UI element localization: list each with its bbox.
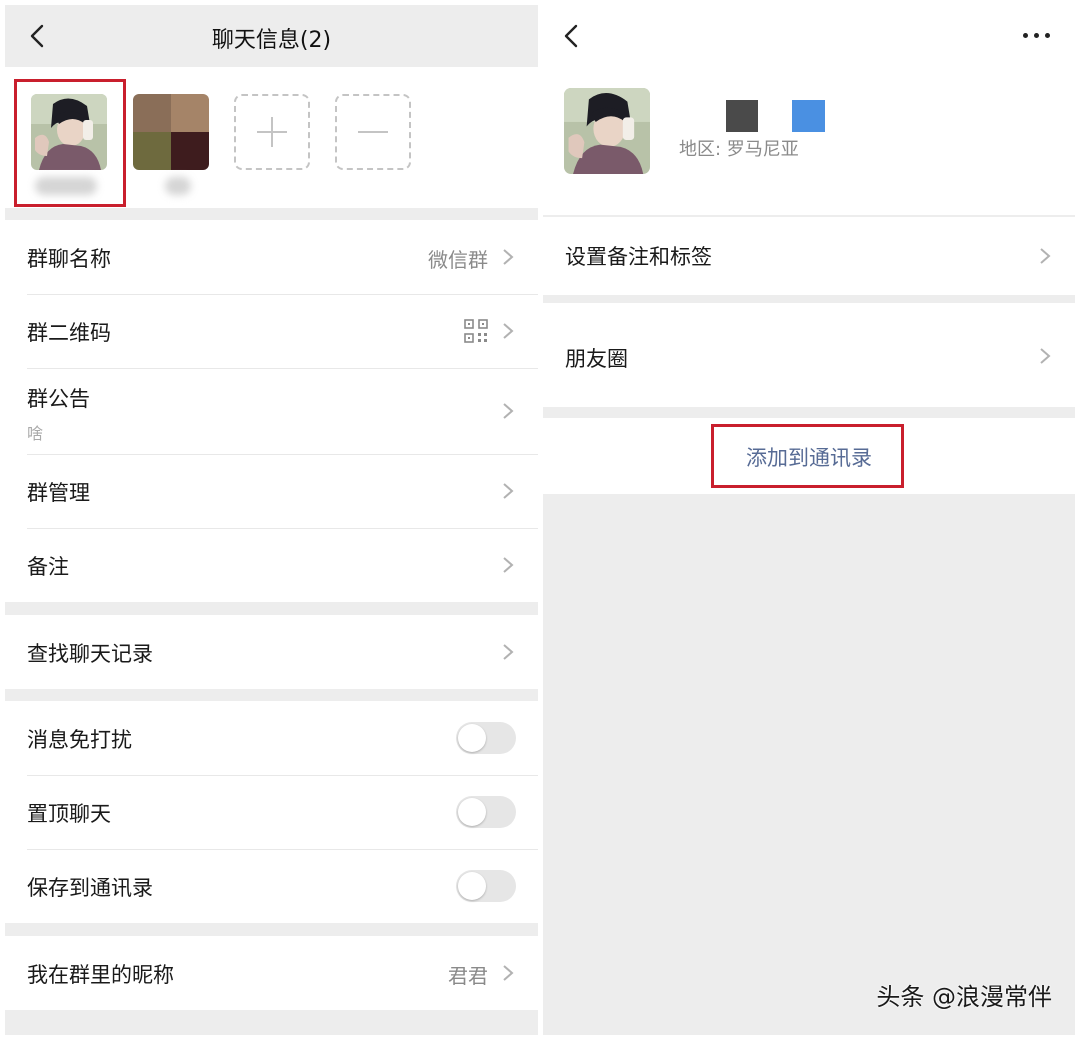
remark-label: 备注 [27,555,69,579]
group-chat-info-screen: 聊天信息(2) 群聊名称 微信群 群二维码 群公告 啥 群管理 备注 查找聊天记… [5,5,538,1035]
chevron-right-icon [503,965,514,981]
more-icon[interactable] [1023,33,1051,41]
add-to-contacts-row: 添加到通讯录 [543,418,1075,494]
save-to-contacts-row: 保存到通讯录 [5,849,538,923]
group-name-row[interactable]: 群聊名称 微信群 [5,220,538,294]
set-remark-tags-row[interactable]: 设置备注和标签 [543,217,1075,295]
announcement-preview: 啥 [27,424,44,443]
nickname-redacted-block [792,100,825,132]
contact-profile-screen: 地区: 罗马尼亚 设置备注和标签 朋友圈 添加到通讯录 头条 @浪漫常伴 [543,5,1075,1035]
my-group-nickname-value: 君君 [448,964,488,988]
search-section: 查找聊天记录 [5,615,538,689]
chevron-right-icon [503,557,514,573]
nickname-section: 我在群里的昵称 君君 [5,936,538,1010]
add-member-button[interactable] [234,94,310,170]
my-group-nickname-row[interactable]: 我在群里的昵称 君君 [5,936,538,1010]
group-qr-label: 群二维码 [27,321,111,345]
avatar-image [564,88,650,174]
avatar-image-pixelated [133,94,209,170]
pin-chat-label: 置顶聊天 [27,802,111,826]
pin-chat-toggle[interactable] [456,796,516,828]
profile-header: 地区: 罗马尼亚 [543,5,1075,215]
profile-avatar[interactable] [564,88,650,174]
watermark: 头条 @浪漫常伴 [876,983,1052,1011]
mute-row: 消息免打扰 [5,701,538,775]
group-info-section: 群聊名称 微信群 群二维码 群公告 啥 群管理 备注 [5,220,538,602]
mute-toggle[interactable] [456,722,516,754]
page-title: 聊天信息(2) [211,28,332,53]
group-name-label: 群聊名称 [27,247,111,271]
save-to-contacts-toggle[interactable] [456,870,516,902]
moments-row[interactable]: 朋友圈 [543,303,1075,407]
chevron-right-icon [503,323,514,339]
search-history-label: 查找聊天记录 [27,642,153,666]
chevron-right-icon [503,644,514,660]
highlight-box [14,79,126,207]
save-to-contacts-label: 保存到通讯录 [27,876,153,900]
chevron-right-icon [1040,348,1051,364]
region-text: 地区: 罗马尼亚 [679,139,799,160]
remove-member-button[interactable] [335,94,411,170]
chevron-right-icon [503,403,514,419]
back-icon[interactable] [557,21,587,51]
chevron-right-icon [503,483,514,499]
qr-code-icon [464,319,488,343]
toggle-knob [458,724,486,752]
group-qr-row[interactable]: 群二维码 [5,294,538,368]
search-history-row[interactable]: 查找聊天记录 [5,615,538,689]
member-avatar[interactable] [133,94,209,170]
member-grid [5,67,538,208]
moments-label: 朋友圈 [565,347,628,371]
group-manage-row[interactable]: 群管理 [5,454,538,528]
group-name-value: 微信群 [428,248,488,272]
settings-toggle-section: 消息免打扰 置顶聊天 保存到通讯录 [5,701,538,923]
toggle-knob [458,798,486,826]
nav-bar: 聊天信息(2) [5,5,538,67]
highlight-box [711,424,904,488]
announcement-label: 群公告 [27,387,90,411]
chevron-right-icon [503,249,514,265]
pin-chat-row: 置顶聊天 [5,775,538,849]
member-name-redacted [165,177,191,195]
my-group-nickname-label: 我在群里的昵称 [27,963,174,987]
chevron-right-icon [1040,248,1051,264]
set-remark-tags-label: 设置备注和标签 [565,245,712,269]
mute-label: 消息免打扰 [27,728,132,752]
toggle-knob [458,872,486,900]
nickname-redacted-block [726,100,758,132]
group-manage-label: 群管理 [27,481,90,505]
remark-row[interactable]: 备注 [5,528,538,602]
group-announcement-row[interactable]: 群公告 啥 [5,368,538,454]
